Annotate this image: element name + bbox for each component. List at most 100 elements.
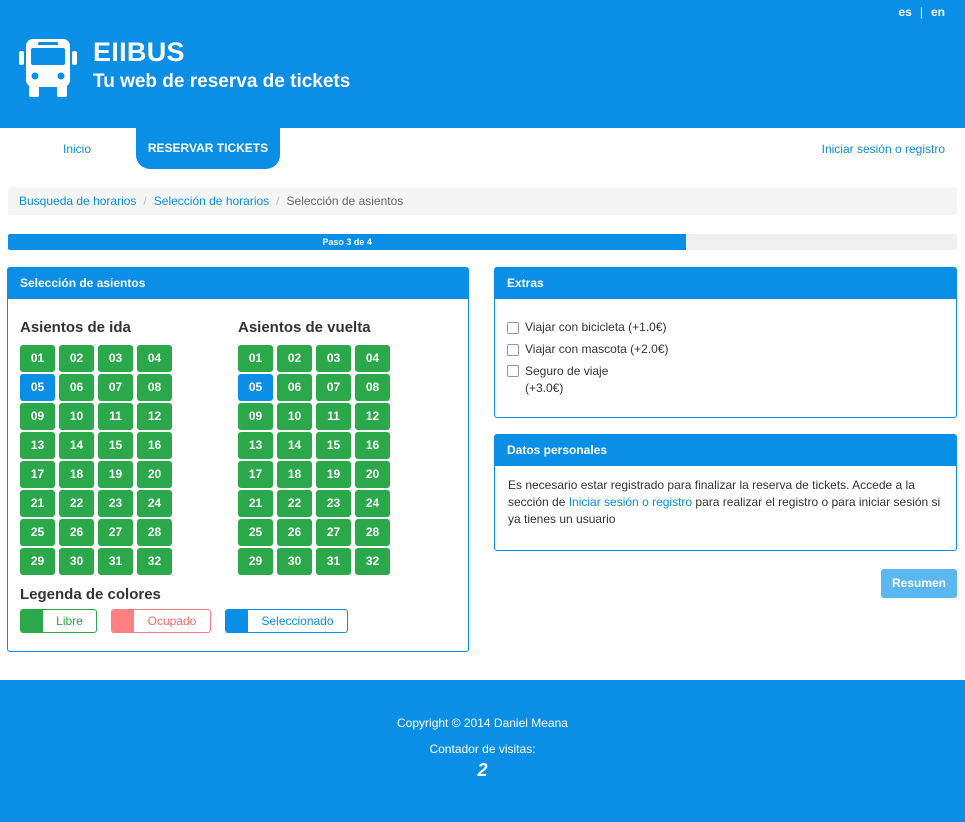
- vuelta-seat-22[interactable]: 22: [277, 490, 312, 517]
- vuelta-seat-09[interactable]: 09: [238, 403, 273, 430]
- progress-bar-fill: Paso 3 de 4: [8, 234, 687, 250]
- mascota-checkbox[interactable]: [507, 344, 519, 356]
- vuelta-seat-19[interactable]: 19: [316, 461, 351, 488]
- vuelta-seat-08[interactable]: 08: [355, 374, 390, 401]
- legend-libre-swatch: [21, 610, 43, 632]
- panel-heading: Selección de asientos: [8, 268, 468, 299]
- legend-ocupado-label: Ocupado: [147, 614, 197, 628]
- legend-ocupado-swatch: [112, 610, 134, 632]
- vuelta-seat-14[interactable]: 14: [277, 432, 312, 459]
- ida-seat-24[interactable]: 24: [137, 490, 172, 517]
- ida-seat-grid: 01 02 03 04 05 06 07 08 09 10 11 12 13 14 15 16 17 18 19 20…: [20, 345, 172, 575]
- ida-seat-21[interactable]: 21: [20, 490, 55, 517]
- breadcrumb-busqueda[interactable]: Busqueda de horarios: [19, 194, 136, 208]
- vuelta-seat-31[interactable]: 31: [316, 548, 351, 575]
- resumen-button[interactable]: Resumen: [881, 569, 957, 598]
- vuelta-seat-29[interactable]: 29: [238, 548, 273, 575]
- ida-seat-05[interactable]: 05: [20, 374, 55, 401]
- ida-seat-03[interactable]: 03: [98, 345, 133, 372]
- ida-seat-13[interactable]: 13: [20, 432, 55, 459]
- personal-data-panel: Datos personales Es necesario estar regi…: [494, 434, 957, 551]
- ida-seat-16[interactable]: 16: [137, 432, 172, 459]
- vuelta-seat-25[interactable]: 25: [238, 519, 273, 546]
- ida-seat-18[interactable]: 18: [59, 461, 94, 488]
- ida-seat-28[interactable]: 28: [137, 519, 172, 546]
- vuelta-seat-18[interactable]: 18: [277, 461, 312, 488]
- legend-libre: Libre: [20, 609, 97, 633]
- seguro-checkbox[interactable]: [507, 365, 519, 377]
- vuelta-seat-26[interactable]: 26: [277, 519, 312, 546]
- lang-es-link[interactable]: es: [899, 5, 912, 19]
- vuelta-seat-30[interactable]: 30: [277, 548, 312, 575]
- vuelta-seat-23[interactable]: 23: [316, 490, 351, 517]
- vuelta-seat-grid: 01 02 03 04 05 06 07 08 09 10 11 12 13 14 15 16 17 18 19 20…: [238, 345, 390, 575]
- ida-seats-title: Asientos de ida: [20, 319, 131, 336]
- ida-seat-10[interactable]: 10: [59, 403, 94, 430]
- ida-seat-20[interactable]: 20: [137, 461, 172, 488]
- breadcrumb-seleccion-horarios[interactable]: Selección de horarios: [154, 194, 269, 208]
- ida-seat-04[interactable]: 04: [137, 345, 172, 372]
- personal-login-link[interactable]: Iniciar sesión o registro: [569, 495, 692, 509]
- extra-bicicleta[interactable]: Viajar con bicicleta (+1.0€): [507, 320, 667, 334]
- ida-seat-30[interactable]: 30: [59, 548, 94, 575]
- ida-seat-02[interactable]: 02: [59, 345, 94, 372]
- vuelta-seat-32[interactable]: 32: [355, 548, 390, 575]
- vuelta-seat-01[interactable]: 01: [238, 345, 273, 372]
- ida-seat-31[interactable]: 31: [98, 548, 133, 575]
- vuelta-seat-12[interactable]: 12: [355, 403, 390, 430]
- legend-seleccionado: Seleccionado: [225, 609, 348, 633]
- nav-login[interactable]: Iniciar sesión o registro: [822, 142, 945, 156]
- ida-seat-27[interactable]: 27: [98, 519, 133, 546]
- vuelta-seat-16[interactable]: 16: [355, 432, 390, 459]
- vuelta-seat-15[interactable]: 15: [316, 432, 351, 459]
- ida-seat-12[interactable]: 12: [137, 403, 172, 430]
- vuelta-seat-10[interactable]: 10: [277, 403, 312, 430]
- ida-seat-29[interactable]: 29: [20, 548, 55, 575]
- ida-seat-15[interactable]: 15: [98, 432, 133, 459]
- ida-seat-08[interactable]: 08: [137, 374, 172, 401]
- vuelta-seat-21[interactable]: 21: [238, 490, 273, 517]
- vuelta-seat-13[interactable]: 13: [238, 432, 273, 459]
- ida-seat-14[interactable]: 14: [59, 432, 94, 459]
- vuelta-seat-03[interactable]: 03: [316, 345, 351, 372]
- breadcrumb-separator: /: [143, 194, 147, 208]
- lang-en-link[interactable]: en: [931, 5, 945, 19]
- breadcrumb: Busqueda de horarios / Selección de horari…: [8, 187, 957, 215]
- lang-separator: |: [919, 5, 923, 19]
- vuelta-seat-27[interactable]: 27: [316, 519, 351, 546]
- ida-seat-07[interactable]: 07: [98, 374, 133, 401]
- vuelta-seat-24[interactable]: 24: [355, 490, 390, 517]
- vuelta-seat-17[interactable]: 17: [238, 461, 273, 488]
- ida-seat-01[interactable]: 01: [20, 345, 55, 372]
- vuelta-seat-05[interactable]: 05: [238, 374, 273, 401]
- vuelta-seat-07[interactable]: 07: [316, 374, 351, 401]
- extra-mascota-label: Viajar con mascota (+2.0€): [525, 342, 669, 356]
- vuelta-seat-28[interactable]: 28: [355, 519, 390, 546]
- extra-seguro[interactable]: Seguro de viaje (+3.0€): [507, 363, 608, 397]
- breadcrumb-separator: /: [276, 194, 280, 208]
- ida-seat-26[interactable]: 26: [59, 519, 94, 546]
- extra-mascota[interactable]: Viajar con mascota (+2.0€): [507, 342, 669, 356]
- ida-seat-06[interactable]: 06: [59, 374, 94, 401]
- ida-seat-23[interactable]: 23: [98, 490, 133, 517]
- brand-title[interactable]: EIIBUS: [93, 37, 185, 68]
- ida-seat-19[interactable]: 19: [98, 461, 133, 488]
- breadcrumb-current: Selección de asientos: [286, 194, 404, 208]
- step-progress: Paso 3 de 4: [8, 234, 957, 250]
- nav-reservar-tickets[interactable]: RESERVAR TICKETS: [136, 128, 280, 169]
- ida-seat-17[interactable]: 17: [20, 461, 55, 488]
- vuelta-seat-11[interactable]: 11: [316, 403, 351, 430]
- extras-panel: Extras Viajar con bicicleta (+1.0€) Viaj…: [494, 267, 957, 418]
- vuelta-seat-02[interactable]: 02: [277, 345, 312, 372]
- ida-seat-22[interactable]: 22: [59, 490, 94, 517]
- bicicleta-checkbox[interactable]: [507, 322, 519, 334]
- ida-seat-32[interactable]: 32: [137, 548, 172, 575]
- ida-seat-09[interactable]: 09: [20, 403, 55, 430]
- ida-seat-25[interactable]: 25: [20, 519, 55, 546]
- site-footer: Copyright © 2014 Daniel Meana Contador d…: [0, 680, 965, 822]
- vuelta-seat-06[interactable]: 06: [277, 374, 312, 401]
- vuelta-seat-20[interactable]: 20: [355, 461, 390, 488]
- nav-inicio[interactable]: Inicio: [63, 142, 91, 156]
- ida-seat-11[interactable]: 11: [98, 403, 133, 430]
- vuelta-seat-04[interactable]: 04: [355, 345, 390, 372]
